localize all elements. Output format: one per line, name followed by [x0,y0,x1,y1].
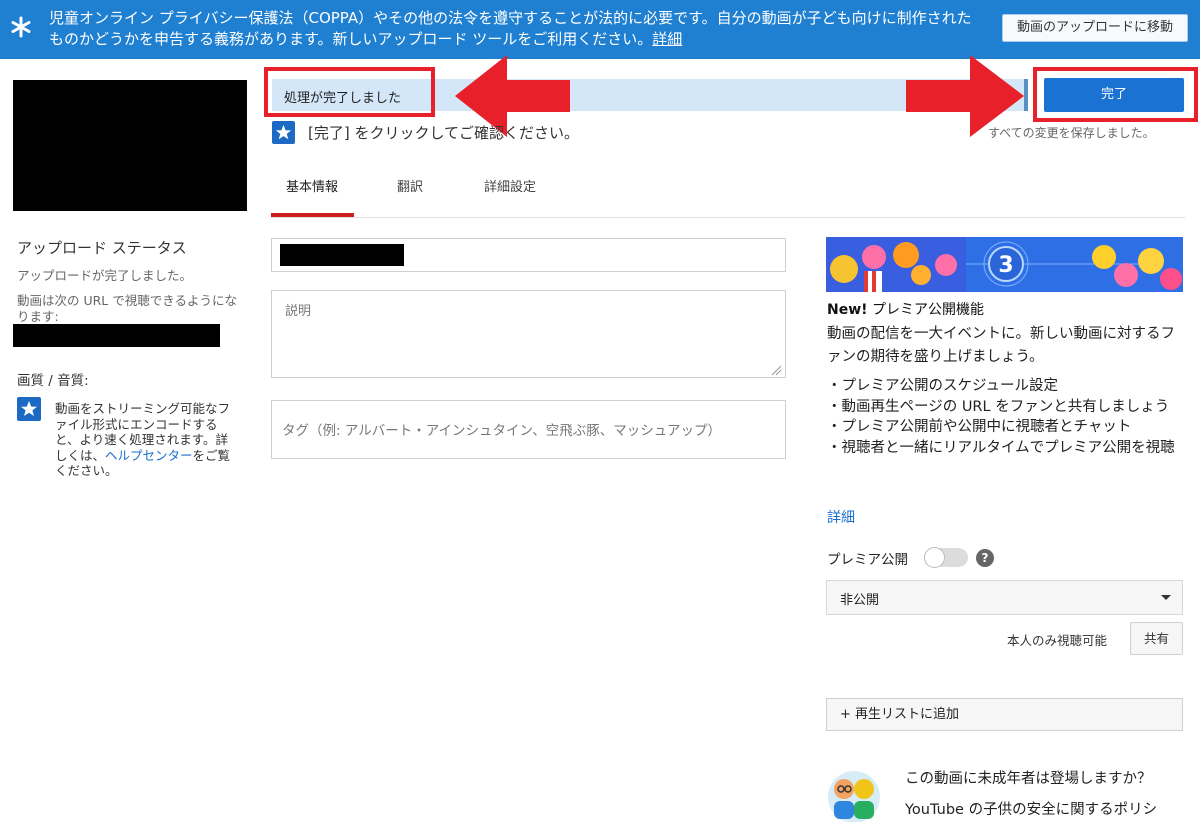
annotation-highlight-processing [264,67,435,117]
premiere-title: New! プレミア公開機能 [827,302,984,318]
premiere-more-link[interactable]: 詳細 [827,507,855,527]
video-url-redacted [13,324,220,347]
description-textarea[interactable] [271,290,786,378]
tab-basic-info[interactable]: 基本情報 [286,176,338,195]
add-to-playlist-button[interactable]: + 再生リストに追加 [826,698,1183,731]
upload-status-heading: アップロード ステータス [17,239,187,257]
help-icon[interactable]: ? [976,549,994,567]
list-item: ・プレミア公開のスケジュール設定 [827,378,1058,394]
toggle-knob[interactable] [924,547,945,568]
premiere-description: 動画の配信を一大イベントに。新しい動画に対するファンの期待を盛り上げましょう。 [827,326,1175,365]
encode-tip-text: 動画をストリーミング可能なファイル形式にエンコードすると、より速く処理されます。… [55,401,231,478]
tab-translation[interactable]: 翻訳 [397,176,423,195]
coppa-banner-text: 児童オンライン プライバシー保護法（COPPA）やその他の法令を遵守することが法… [49,9,972,48]
list-item: ・プレミア公開前や公開中に視聴者とチャット [827,419,1132,435]
progress-bar-end [1024,79,1028,111]
premiere-illustration: 3 [826,237,1183,292]
quality-heading: 画質 / 音質: [17,373,89,389]
premiere-toggle-label: プレミア公開 [827,552,908,568]
star-icon [17,397,41,421]
description-placeholder: 説明 [285,304,312,319]
visibility-note: 本人のみ視聴可能 [1007,633,1108,648]
list-item: ・動画再生ページの URL をファンと共有しましょう [827,398,1170,415]
upload-complete-text: アップロードが完了しました。 [17,268,193,283]
chevron-down-icon [1161,595,1171,600]
confirm-instruction: [完了] をクリックしてご確認ください。 [308,124,580,142]
child-safety-policy-text: YouTube の子供の安全に関するポリシ [905,802,1158,818]
list-item: ・視聴者と一緒にリアルタイムでプレミア公開を視聴 [827,439,1175,456]
asterisk-icon [11,16,31,38]
tab-advanced-settings[interactable]: 詳細設定 [484,176,536,195]
premiere-feature-list: ・プレミア公開のスケジュール設定 ・動画再生ページの URL をファンと共有しま… [827,376,1182,458]
countdown-number: 3 [998,253,1013,278]
tab-divider [271,217,1185,218]
banner-more-link[interactable]: 詳細 [652,30,682,48]
go-to-upload-button[interactable]: 動画のアップロードに移動 [1002,14,1188,42]
title-redacted [280,244,404,266]
help-center-link[interactable]: ヘルプセンター [105,448,193,463]
privacy-selected-value: 非公開 [840,593,880,608]
annotation-highlight-done [1033,67,1198,122]
video-thumbnail [13,80,247,211]
kids-illustration [828,771,880,822]
video-url-label: 動画は次の URL で視聴できるようになります: [17,293,237,324]
resize-grip-icon[interactable] [770,364,782,376]
minors-question: この動画に未成年者は登場しますか？ [905,771,1152,787]
share-button[interactable]: 共有 [1130,622,1183,655]
star-icon [272,121,295,144]
saved-status: すべての変更を保存しました。 [988,126,1155,140]
tags-placeholder: タグ（例: アルバート・アインシュタイン、空飛ぶ豚、マッシュアップ） [282,423,721,439]
privacy-select[interactable] [826,580,1183,615]
